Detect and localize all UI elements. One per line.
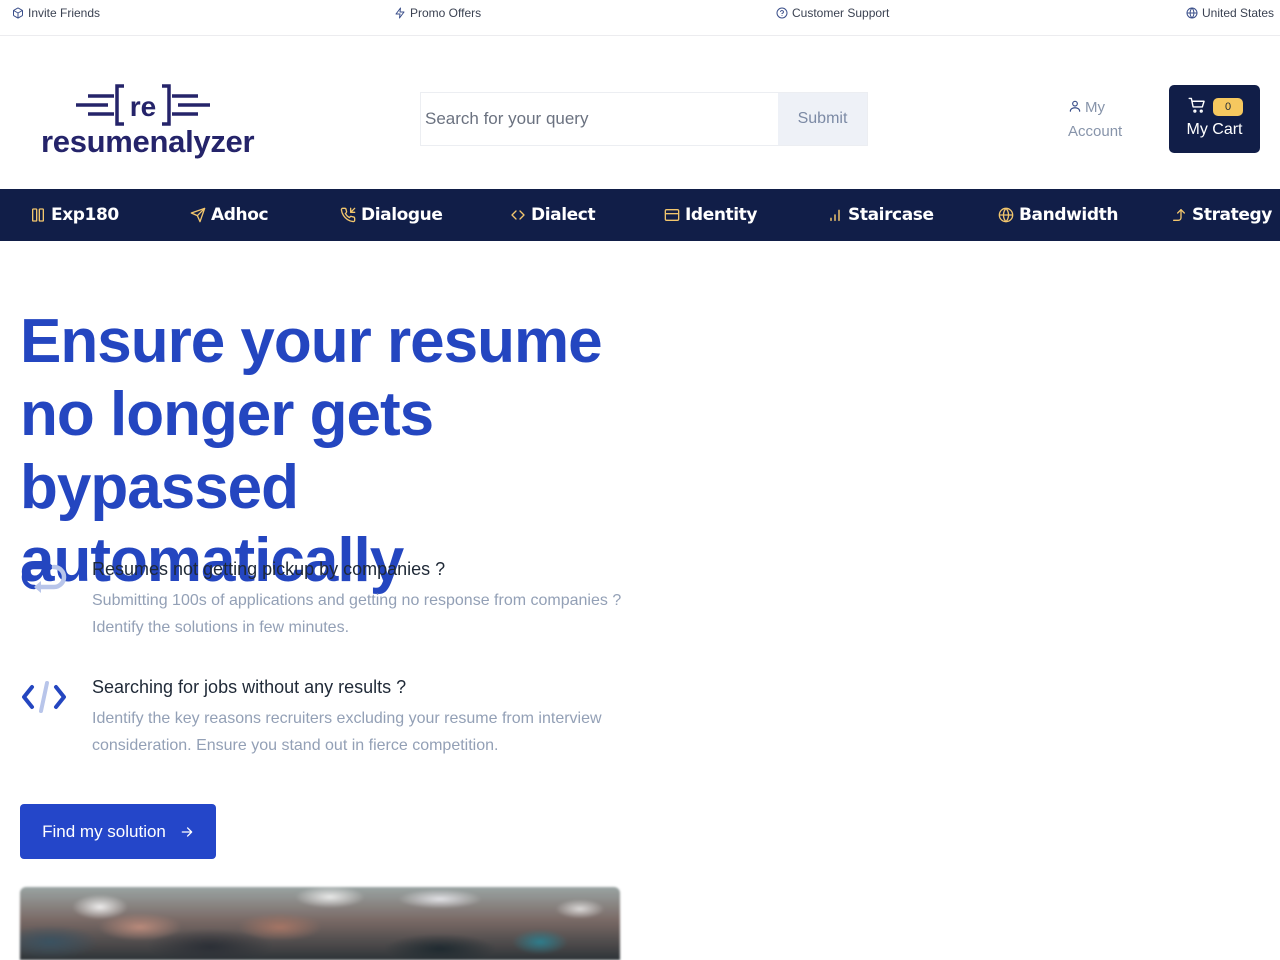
feature-title: Resumes not getting pickup by companies … xyxy=(92,559,446,579)
cart-count-badge: 0 xyxy=(1213,98,1243,116)
customer-support-label: Customer Support xyxy=(792,6,890,20)
main-nav: Exp180 Adhoc Dialogue Dialect Identity S… xyxy=(0,189,1280,241)
nav-item-dialogue[interactable]: Dialogue xyxy=(340,189,443,241)
nav-item-label: Bandwidth xyxy=(1019,205,1119,225)
search-input[interactable] xyxy=(421,93,778,145)
nav-item-label: Dialogue xyxy=(361,205,443,225)
hero-image xyxy=(20,887,620,960)
customer-support-link[interactable]: Customer Support xyxy=(776,5,889,21)
arrow-right-icon xyxy=(181,826,193,837)
code-icon xyxy=(511,210,525,220)
cta-label: Find my solution xyxy=(42,821,166,841)
cart-icon xyxy=(1188,97,1205,113)
promo-offers-link[interactable]: Promo Offers xyxy=(394,5,481,21)
nav-item-label: Adhoc xyxy=(211,205,269,225)
user-icon xyxy=(1069,100,1081,112)
corner-right-up-icon xyxy=(1173,209,1185,221)
nav-item-label: Exp180 xyxy=(51,205,119,225)
repeat-icon xyxy=(21,561,67,593)
columns-icon xyxy=(31,208,44,222)
my-account-label-line1: My xyxy=(1085,99,1105,116)
nav-item-strategy[interactable]: Strategy xyxy=(1171,189,1272,241)
invite-friends-link[interactable]: Invite Friends xyxy=(12,5,100,21)
my-account-link[interactable]: My Account xyxy=(1068,96,1138,144)
nav-item-exp180[interactable]: Exp180 xyxy=(30,189,119,241)
site-logo[interactable]: re resumenalyzer xyxy=(38,84,255,160)
globe-icon xyxy=(998,207,1014,223)
region-label: United States xyxy=(1202,6,1275,20)
credit-card-icon xyxy=(664,209,680,221)
find-my-solution-button[interactable]: Find my solution xyxy=(20,804,216,859)
send-icon xyxy=(190,207,206,223)
globe-icon xyxy=(1186,7,1198,19)
hero-title: Ensure your resume no longer gets bypass… xyxy=(20,307,603,595)
code-slash-icon xyxy=(22,681,66,713)
phone-incoming-icon xyxy=(340,207,356,223)
nav-item-adhoc[interactable]: Adhoc xyxy=(190,189,269,241)
feature-description: Submitting 100s of applications and gett… xyxy=(92,592,622,636)
nav-item-identity[interactable]: Identity xyxy=(664,189,757,241)
signal-bars-icon xyxy=(830,209,840,222)
search-submit-button[interactable]: Submit xyxy=(778,93,867,145)
nav-item-label: Staircase xyxy=(848,205,934,225)
help-circle-icon xyxy=(776,7,788,19)
nav-item-label: Dialect xyxy=(531,205,596,225)
logo-mark-text: re xyxy=(130,91,156,122)
my-cart-button[interactable]: 0 My Cart xyxy=(1169,85,1260,153)
nav-item-staircase[interactable]: Staircase xyxy=(827,189,934,241)
region-selector[interactable]: United States xyxy=(1186,5,1274,21)
promo-offers-label: Promo Offers xyxy=(410,6,482,20)
invite-friends-label: Invite Friends xyxy=(28,6,101,20)
nav-item-label: Strategy xyxy=(1192,205,1272,225)
logo-wordmark: resumenalyzer xyxy=(41,124,255,159)
nav-item-label: Identity xyxy=(685,205,758,225)
cart-label: My Cart xyxy=(1186,121,1243,138)
box-icon xyxy=(13,7,23,19)
logo-mark: re xyxy=(76,84,210,126)
lightning-icon xyxy=(395,7,405,19)
feature-title: Searching for jobs without any results ? xyxy=(92,677,407,697)
nav-item-dialect[interactable]: Dialect xyxy=(510,189,596,241)
nav-item-bandwidth[interactable]: Bandwidth xyxy=(998,189,1118,241)
site-header: re resumenalyzer Submit My Account 0 My … xyxy=(0,36,1280,189)
feature-description: Identify the key reasons recruiters excl… xyxy=(92,710,602,754)
search-form: Submit xyxy=(420,92,868,146)
my-account-label-line2: Account xyxy=(1068,123,1123,140)
top-utility-bar: Invite Friends Promo Offers Customer Sup… xyxy=(0,0,1280,36)
